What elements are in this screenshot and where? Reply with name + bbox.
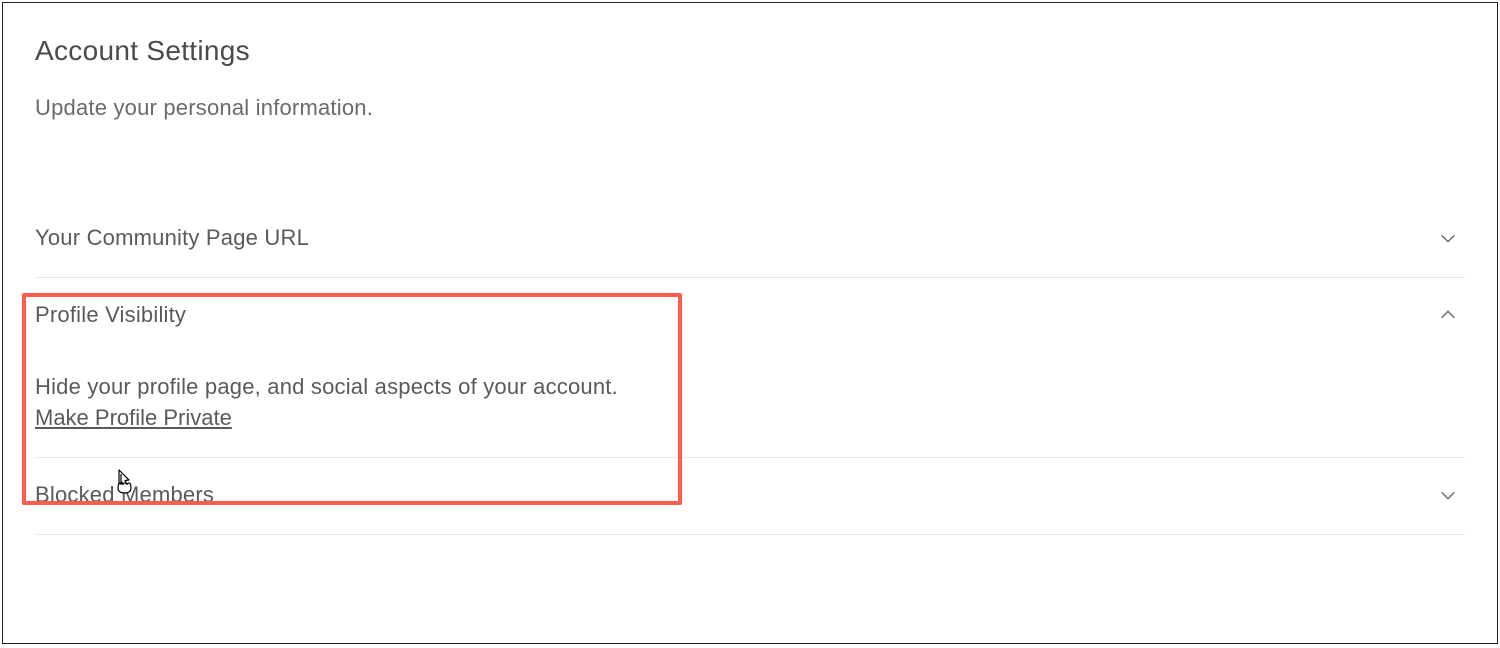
page-subtitle: Update your personal information. — [35, 95, 1465, 121]
section-profile-visibility-body: Hide your profile page, and social aspec… — [35, 370, 1465, 431]
section-community-url-toggle[interactable]: Your Community Page URL — [35, 225, 1465, 251]
section-blocked-members-title: Blocked Members — [35, 482, 214, 508]
settings-panel: Account Settings Update your personal in… — [2, 2, 1498, 644]
chevron-up-icon — [1437, 304, 1459, 326]
section-profile-visibility-title: Profile Visibility — [35, 302, 186, 328]
page-title: Account Settings — [35, 35, 1465, 67]
make-profile-private-link[interactable]: Make Profile Private — [35, 405, 232, 431]
chevron-down-icon — [1437, 484, 1459, 506]
section-profile-visibility-toggle[interactable]: Profile Visibility — [35, 302, 1465, 328]
section-blocked-members: Blocked Members — [35, 458, 1465, 535]
section-community-url-title: Your Community Page URL — [35, 225, 309, 251]
section-profile-visibility: Profile Visibility Hide your profile pag… — [35, 278, 1465, 458]
section-blocked-members-toggle[interactable]: Blocked Members — [35, 482, 1465, 508]
section-community-url: Your Community Page URL — [35, 201, 1465, 278]
chevron-down-icon — [1437, 227, 1459, 249]
profile-visibility-description: Hide your profile page, and social aspec… — [35, 370, 1465, 403]
